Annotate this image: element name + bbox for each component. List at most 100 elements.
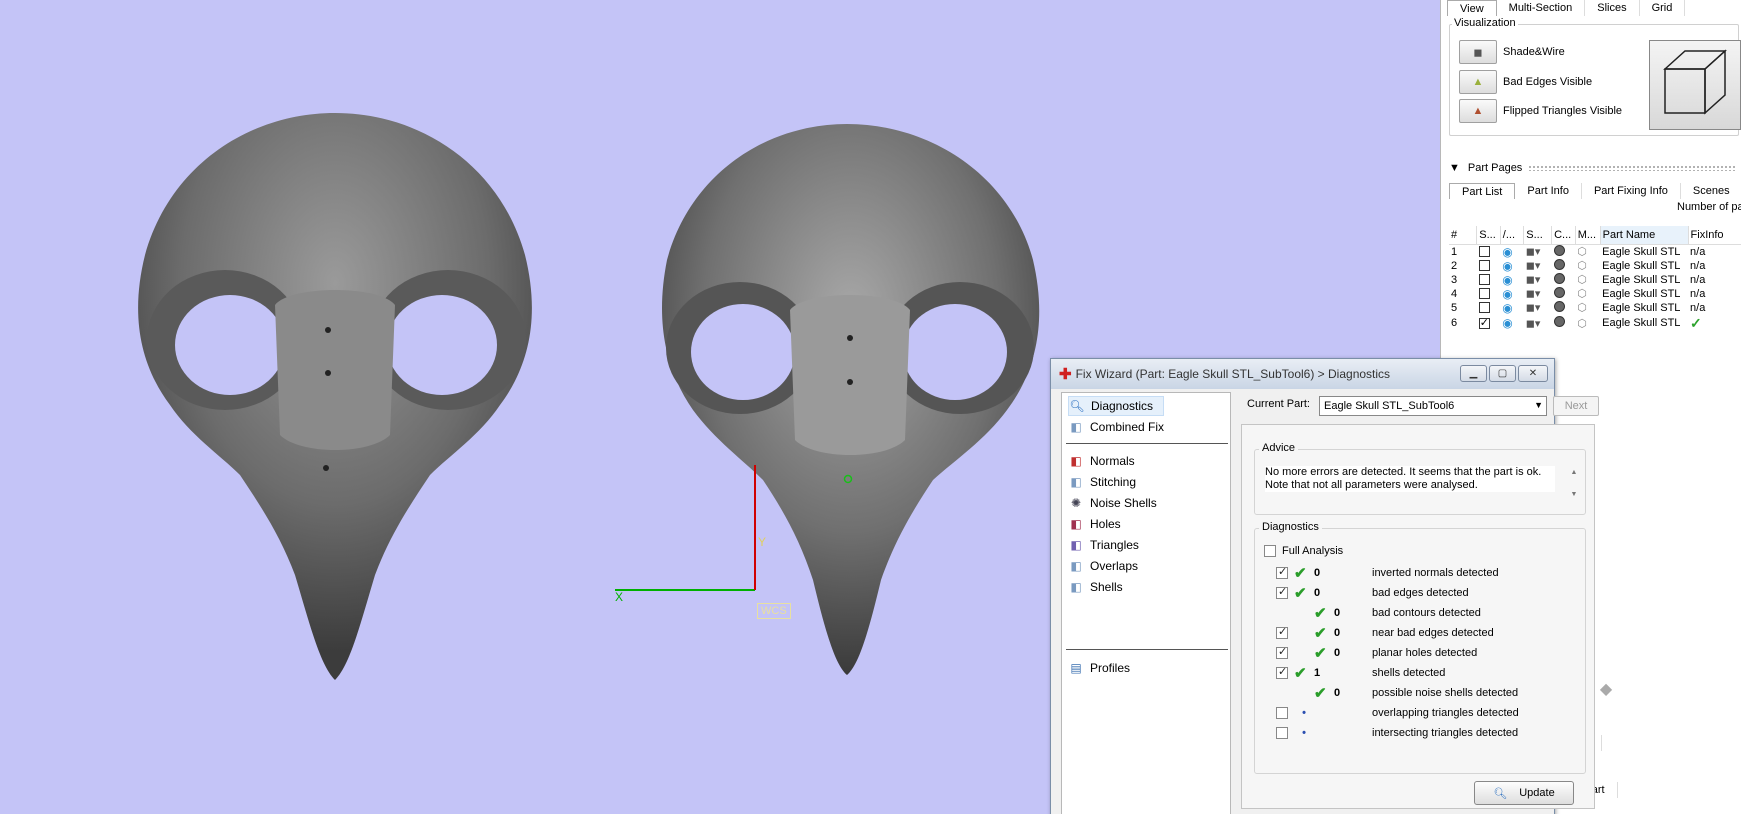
- shading-icon[interactable]: ◼▾: [1526, 246, 1541, 258]
- diagnostic-checkbox[interactable]: [1276, 645, 1288, 659]
- mesh-cell[interactable]: ⬡: [1575, 315, 1600, 332]
- eye-icon[interactable]: ◉: [1502, 273, 1512, 287]
- row-select-checkbox[interactable]: [1478, 274, 1490, 286]
- shading-cell[interactable]: ◼▾: [1524, 273, 1552, 287]
- diagnostic-checkbox[interactable]: [1276, 625, 1288, 639]
- table-row[interactable]: 2 ◉ ◼▾ ⬡ Eagle Skull STL n/a: [1449, 258, 1741, 273]
- row-select-cell[interactable]: [1477, 287, 1501, 301]
- shading-icon[interactable]: ◼▾: [1526, 274, 1541, 286]
- tab-view-3[interactable]: Grid: [1640, 0, 1686, 16]
- row-select-checkbox[interactable]: [1478, 246, 1490, 258]
- eye-icon[interactable]: ◉: [1502, 316, 1512, 330]
- tab-view-2[interactable]: Slices: [1585, 0, 1640, 16]
- column-header[interactable]: #: [1449, 226, 1478, 245]
- marker-extra-icon[interactable]: ◆: [1595, 678, 1617, 700]
- nav-overlaps[interactable]: ◧ Overlaps: [1068, 556, 1138, 576]
- tab-part-3[interactable]: Scenes: [1681, 183, 1741, 199]
- eye-icon[interactable]: ◉: [1502, 287, 1512, 301]
- nav-triangles[interactable]: ◧ Triangles: [1068, 535, 1139, 555]
- update-button[interactable]: 🔍︎ Update: [1474, 781, 1574, 805]
- table-row[interactable]: 4 ◉ ◼▾ ⬡ Eagle Skull STL n/a: [1449, 286, 1741, 301]
- table-row[interactable]: 6 ◉ ◼▾ ⬡ Eagle Skull STL ✓: [1449, 315, 1741, 332]
- tab-view-0[interactable]: View: [1447, 0, 1497, 16]
- next-button[interactable]: Next: [1553, 396, 1599, 416]
- shading-cell[interactable]: ◼▾: [1524, 259, 1552, 273]
- shading-icon[interactable]: ◼▾: [1526, 302, 1541, 314]
- tab-view-1[interactable]: Multi-Section: [1497, 0, 1586, 16]
- shading-cell[interactable]: ◼▾: [1524, 315, 1552, 332]
- column-header[interactable]: C...: [1551, 226, 1576, 245]
- color-cell[interactable]: [1552, 315, 1576, 332]
- fix-wizard-titlebar[interactable]: ✚ Fix Wizard (Part: Eagle Skull STL_SubT…: [1051, 359, 1554, 389]
- row-select-cell[interactable]: [1477, 315, 1501, 332]
- nav-noise-shells[interactable]: ✺ Noise Shells: [1068, 493, 1157, 513]
- column-header[interactable]: FixInfo: [1688, 226, 1741, 245]
- table-row[interactable]: 5 ◉ ◼▾ ⬡ Eagle Skull STL n/a: [1449, 300, 1741, 315]
- diagnostic-checkbox[interactable]: [1276, 665, 1288, 679]
- shading-icon[interactable]: ◼▾: [1526, 318, 1541, 330]
- color-cell[interactable]: [1552, 258, 1576, 273]
- shading-icon[interactable]: ◼▾: [1526, 288, 1541, 300]
- shading-cell[interactable]: ◼▾: [1524, 244, 1552, 259]
- visibility-cell[interactable]: ◉: [1500, 301, 1524, 315]
- mesh-cell[interactable]: ⬡: [1575, 301, 1600, 315]
- full-analysis-box[interactable]: [1264, 545, 1276, 557]
- column-header[interactable]: /...: [1500, 226, 1525, 245]
- shading-cell[interactable]: ◼▾: [1524, 301, 1552, 315]
- row-select-checkbox[interactable]: [1478, 302, 1490, 314]
- vis-row-0[interactable]: ◼ Shade&Wire: [1459, 40, 1565, 64]
- collapse-triangle-icon[interactable]: ▼: [1449, 162, 1460, 174]
- vis-row-2[interactable]: ▲ Flipped Triangles Visible: [1459, 99, 1622, 123]
- color-cell[interactable]: [1552, 286, 1576, 301]
- mesh-icon[interactable]: ⬡: [1577, 302, 1587, 314]
- vis-row-1[interactable]: ▲ Bad Edges Visible: [1459, 70, 1592, 94]
- color-cell[interactable]: [1552, 244, 1576, 259]
- row-select-cell[interactable]: [1477, 301, 1501, 315]
- close-button[interactable]: ✕: [1518, 365, 1548, 382]
- row-select-checkbox[interactable]: [1478, 260, 1490, 272]
- column-header[interactable]: S...: [1523, 226, 1553, 245]
- color-cell[interactable]: [1552, 272, 1576, 287]
- row-select-checkbox[interactable]: [1478, 316, 1490, 329]
- mesh-icon[interactable]: ⬡: [1577, 318, 1587, 330]
- mesh-cell[interactable]: ⬡: [1575, 259, 1600, 273]
- nav-shells[interactable]: ◧ Shells: [1068, 577, 1122, 597]
- color-dot-icon[interactable]: [1553, 316, 1565, 327]
- mesh-icon[interactable]: ⬡: [1577, 260, 1587, 272]
- visibility-cell[interactable]: ◉: [1500, 273, 1524, 287]
- color-dot-icon[interactable]: [1553, 258, 1565, 270]
- nav-holes[interactable]: ◧ Holes: [1068, 514, 1120, 534]
- shade-wire-button[interactable]: ◼: [1459, 40, 1497, 64]
- column-header[interactable]: S...: [1476, 226, 1501, 245]
- part-pages-header[interactable]: ▼ Part Pages: [1449, 160, 1741, 176]
- row-select-checkbox[interactable]: [1478, 288, 1490, 300]
- column-header[interactable]: Part Name: [1600, 226, 1689, 245]
- eye-icon[interactable]: ◉: [1502, 301, 1512, 315]
- full-analysis-checkbox[interactable]: Full Analysis: [1264, 542, 1343, 560]
- row-select-cell[interactable]: [1477, 244, 1501, 259]
- row-select-cell[interactable]: [1477, 273, 1501, 287]
- diagnostic-checkbox[interactable]: [1276, 565, 1288, 579]
- mesh-cell[interactable]: ⬡: [1575, 273, 1600, 287]
- diagnostic-checkbox[interactable]: [1276, 707, 1288, 719]
- mesh-icon[interactable]: ⬡: [1577, 246, 1587, 258]
- skull-model-original[interactable]: [130, 105, 550, 685]
- maximize-button[interactable]: ▢: [1489, 365, 1516, 382]
- color-dot-icon[interactable]: [1553, 300, 1565, 312]
- shading-icon[interactable]: ◼▾: [1526, 260, 1541, 272]
- table-row[interactable]: 3 ◉ ◼▾ ⬡ Eagle Skull STL n/a: [1449, 272, 1741, 287]
- nav-normals[interactable]: ◧ Normals: [1068, 451, 1134, 471]
- color-dot-icon[interactable]: [1553, 286, 1565, 298]
- diagnostic-checkbox[interactable]: [1276, 585, 1288, 599]
- mesh-cell[interactable]: ⬡: [1575, 244, 1600, 259]
- current-part-select[interactable]: Eagle Skull STL_SubTool6 ▼: [1319, 396, 1547, 416]
- color-dot-icon[interactable]: [1553, 272, 1565, 284]
- color-cell[interactable]: [1552, 300, 1576, 315]
- mesh-cell[interactable]: ⬡: [1575, 287, 1600, 301]
- tab-part-1[interactable]: Part Info: [1515, 183, 1582, 199]
- tab-part-0[interactable]: Part List: [1449, 183, 1516, 199]
- nav-combined-fix[interactable]: ◧ Combined Fix: [1068, 417, 1164, 437]
- flipped-triangles-button[interactable]: ▲: [1459, 99, 1497, 123]
- visibility-cell[interactable]: ◉: [1500, 244, 1524, 259]
- row-select-cell[interactable]: [1477, 259, 1501, 273]
